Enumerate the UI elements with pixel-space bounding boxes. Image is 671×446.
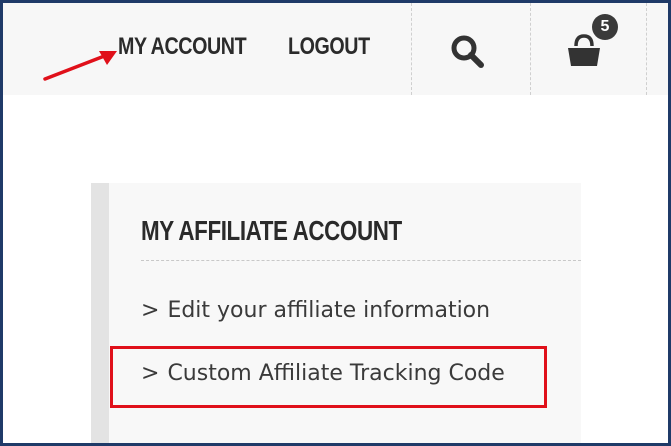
panel-left-edge [91,183,111,443]
search-icon [451,35,484,68]
cart-count-badge: 5 [592,14,618,40]
logout-link[interactable]: LOGOUT [288,33,370,61]
my-account-link[interactable]: MY ACCOUNT [118,33,247,61]
cart-button[interactable]: 5 [562,14,622,74]
red-arrow-annotation [43,51,117,81]
edit-affiliate-info-link[interactable]: > Edit your affiliate information [141,298,490,323]
panel-divider [141,260,581,261]
panel-title: MY AFFILIATE ACCOUNT [141,215,402,246]
search-button[interactable] [449,33,485,69]
nav-divider [411,3,412,95]
nav-divider [530,3,531,95]
link-label: Edit your affiliate information [167,298,491,323]
nav-divider [646,3,647,95]
red-highlight-box [110,346,547,408]
screenshot-frame: MY ACCOUNT LOGOUT 5 MY AFFILIATE ACCOUNT [0,0,671,446]
chevron-right-icon: > [141,298,160,323]
